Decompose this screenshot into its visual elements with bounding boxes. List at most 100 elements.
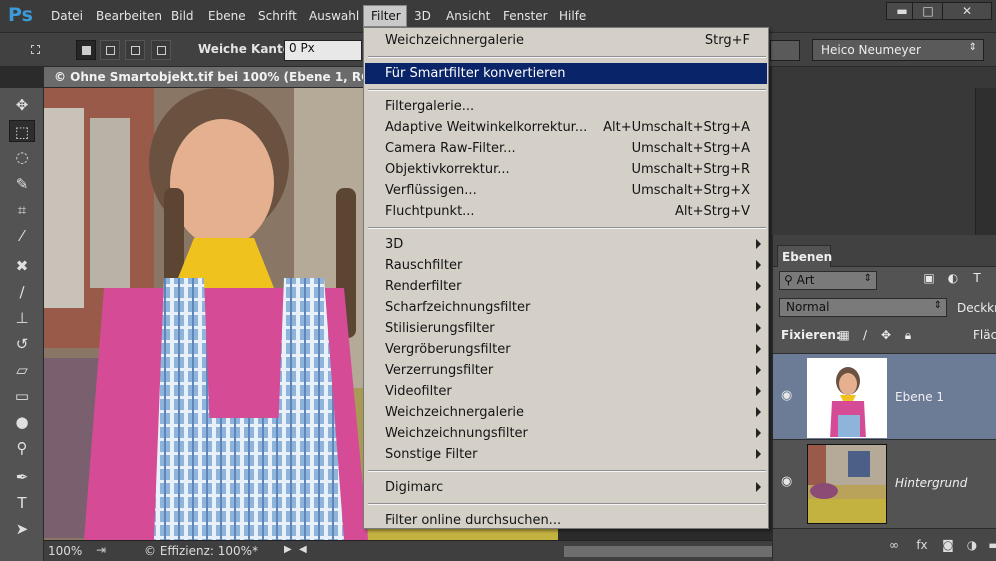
menu-schrift[interactable]: Schrift [258, 9, 297, 23]
lock-label: Fixieren: [781, 328, 841, 342]
type-filter-icon[interactable]: T [969, 271, 985, 288]
menu-auswahl[interactable]: Auswahl [309, 9, 359, 23]
eyedropper-tool-icon[interactable]: ⁄ [9, 225, 35, 247]
refine-edge-button[interactable] [770, 40, 800, 61]
stamp-tool-icon[interactable]: ⊥ [9, 307, 35, 329]
filter-menu-item[interactable]: Digimarc [365, 477, 767, 498]
filter-menu-item[interactable]: Verflüssigen... Umschalt+Strg+X [365, 180, 767, 201]
menu-item-label: Camera Raw-Filter... [385, 141, 516, 156]
submenu-arrow-icon [756, 239, 761, 249]
subtract-selection-icon[interactable] [125, 40, 145, 60]
adjustment-filter-icon[interactable]: ◐ [945, 271, 961, 288]
lock-all-icon[interactable]: 🔒︎ [901, 328, 915, 342]
dodge-tool-icon[interactable]: ⚲ [9, 437, 35, 459]
menu-ansicht[interactable]: Ansicht [446, 9, 490, 23]
gradient-tool-icon[interactable]: ▭ [9, 385, 35, 407]
filter-menu-item[interactable]: Sonstige Filter [365, 444, 767, 465]
move-tool-icon[interactable]: ✥ [9, 94, 35, 116]
eye-icon[interactable]: ◉ [781, 388, 797, 404]
efficiency-status: © Effizienz: 100%* [144, 544, 259, 558]
filter-menu-item[interactable]: Rauschfilter [365, 255, 767, 276]
filter-menu-item[interactable]: Fluchtpunkt... Alt+Strg+V [365, 201, 767, 222]
new-selection-icon[interactable] [76, 40, 96, 60]
menu-hilfe[interactable]: Hilfe [559, 9, 586, 23]
filter-menu-item[interactable]: 3D [365, 234, 767, 255]
filter-menu-item[interactable]: Camera Raw-Filter... Umschalt+Strg+A [365, 138, 767, 159]
document-canvas[interactable] [44, 88, 368, 540]
filter-menu-item[interactable]: Stilisierungsfilter [365, 318, 767, 339]
filter-menu-item[interactable]: Adaptive Weitwinkelkorrektur... Alt+Umsch… [365, 117, 767, 138]
filter-menu-item[interactable]: Renderfilter [365, 276, 767, 297]
lock-pixels-icon[interactable]: ∕ [858, 328, 872, 342]
filter-menu-item[interactable]: Verzerrungsfilter [365, 360, 767, 381]
image-filter-icon[interactable]: ▣ [921, 271, 937, 288]
menu-bearbeiten[interactable]: Bearbeiten [96, 9, 162, 23]
menu-bild[interactable]: Bild [171, 9, 194, 23]
new-group-icon[interactable]: ▬ [985, 538, 996, 554]
play-arrow-icon[interactable]: ▶ [284, 544, 292, 555]
eye-icon[interactable]: ◉ [781, 474, 797, 490]
menu-filter[interactable]: Filter [363, 5, 407, 27]
export-icon[interactable]: ⇥ [96, 543, 106, 557]
marquee-tool-icon[interactable]: ⬚ [9, 120, 35, 142]
layer-style-icon[interactable]: fx [913, 538, 931, 554]
layer-row-hintergrund[interactable]: ◉ Hintergrund [773, 439, 996, 525]
updown-arrow-icon: ⇕ [968, 42, 977, 53]
layer-filter-kind-select[interactable]: ⚲ Art ⇕ [779, 271, 877, 290]
filter-menu-item[interactable]: Videofilter [365, 381, 767, 402]
menu-separator [368, 470, 766, 472]
updown-arrow-icon: ⇕ [863, 273, 872, 284]
add-selection-icon[interactable] [100, 40, 120, 60]
adjustment-layer-icon[interactable]: ◑ [963, 538, 981, 554]
document-tab[interactable]: © Ohne Smartobjekt.tif bei 100% (Ebene 1… [44, 67, 398, 88]
filter-menu-item[interactable]: Weichzeichnungsfilter [365, 423, 767, 444]
filter-menu-item[interactable]: Objektivkorrektur... Umschalt+Strg+R [365, 159, 767, 180]
maximize-button[interactable]: □ [912, 2, 944, 20]
submenu-arrow-icon [756, 365, 761, 375]
lasso-tool-icon[interactable]: ◌ [9, 146, 35, 168]
menu-fenster[interactable]: Fenster [503, 9, 548, 23]
menu-3d[interactable]: 3D [414, 9, 431, 23]
menu-item-label: Adaptive Weitwinkelkorrektur... [385, 120, 588, 135]
type-tool-icon[interactable]: T [9, 492, 35, 514]
healing-tool-icon[interactable]: ✖ [9, 255, 35, 277]
menu-item-label: Weichzeichnungsfilter [385, 426, 528, 441]
quick-select-tool-icon[interactable]: ✎ [9, 173, 35, 195]
lock-transparency-icon[interactable]: ▦ [837, 328, 851, 342]
intersect-selection-icon[interactable] [151, 40, 171, 60]
lock-position-icon[interactable]: ✥ [879, 328, 893, 342]
panel-collapse-strip[interactable] [975, 88, 996, 235]
horizontal-scrollbar[interactable] [564, 546, 772, 557]
filter-menu-item[interactable]: Weichzeichnergalerie [365, 402, 767, 423]
blur-tool-icon[interactable]: ● [9, 411, 35, 433]
tab-layers[interactable]: Ebenen [777, 245, 832, 267]
submenu-arrow-icon [756, 386, 761, 396]
filter-menu-item[interactable]: Scharfzeichnungsfilter [365, 297, 767, 318]
filter-menu-item[interactable]: Filtergalerie... [365, 96, 767, 117]
scroll-left-icon[interactable]: ◀ [299, 544, 307, 555]
filter-menu-item[interactable]: Weichzeichnergalerie Strg+F [365, 30, 767, 51]
menu-filter-label: Filter [371, 9, 401, 23]
crop-tool-icon[interactable]: ⌗ [9, 199, 35, 221]
pen-tool-icon[interactable]: ✒ [9, 466, 35, 488]
path-select-tool-icon[interactable]: ➤ [9, 518, 35, 540]
close-button[interactable]: ✕ [942, 2, 992, 20]
zoom-level[interactable]: 100% [48, 544, 82, 558]
menu-ebene[interactable]: Ebene [208, 9, 246, 23]
marquee-preset-icon[interactable] [26, 40, 46, 60]
history-brush-tool-icon[interactable]: ↺ [9, 333, 35, 355]
feather-input[interactable]: 0 Px [284, 40, 362, 61]
eraser-tool-icon[interactable]: ▱ [9, 359, 35, 381]
layer-mask-icon[interactable]: ◙ [939, 538, 957, 554]
layer-row-ebene-1[interactable]: ◉ Ebene 1 [773, 353, 996, 439]
brush-tool-icon[interactable]: ∕ [9, 281, 35, 303]
blend-mode-select[interactable]: Normal ⇕ [779, 298, 947, 317]
link-layers-icon[interactable]: ∞ [885, 538, 903, 554]
workspace-select[interactable]: Heico Neumeyer ⇕ [812, 39, 984, 61]
submenu-arrow-icon [756, 482, 761, 492]
feather-label: Weiche Kante: [198, 42, 296, 56]
menu-datei[interactable]: Datei [51, 9, 83, 23]
filter-menu-item[interactable]: Filter online durchsuchen... [365, 510, 767, 531]
filter-menu-item[interactable]: Vergröberungsfilter [365, 339, 767, 360]
filter-menu-item[interactable]: Für Smartfilter konvertieren [365, 63, 767, 84]
